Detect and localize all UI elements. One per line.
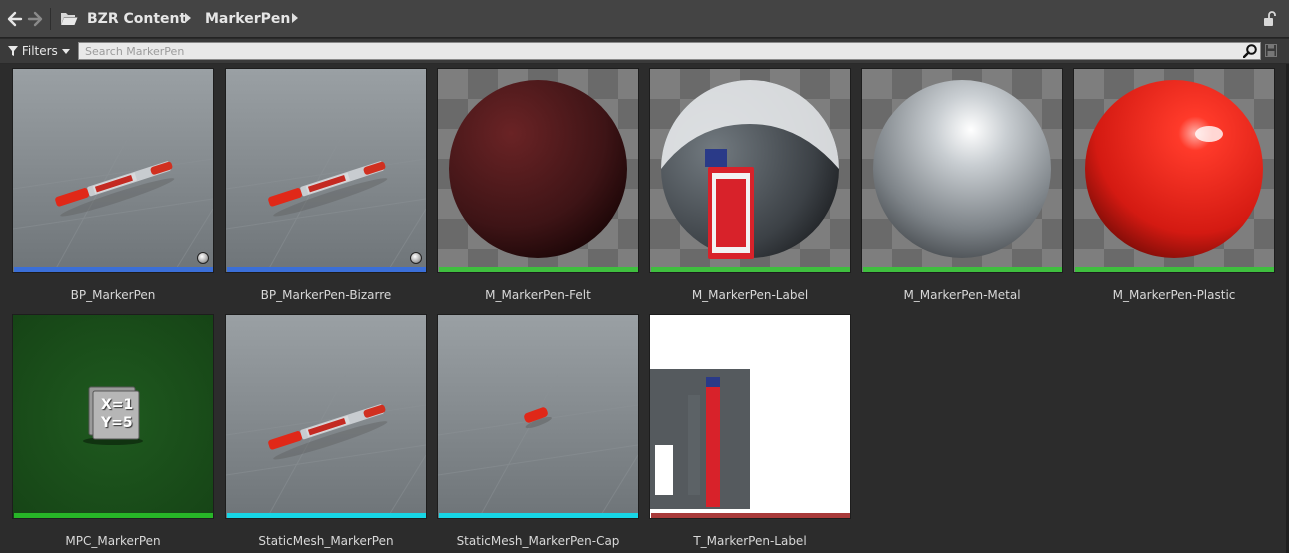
asset-type-stripe (1075, 267, 1274, 272)
asset-name: M_MarkerPen-Metal (903, 288, 1021, 302)
lock-open-icon[interactable] (1263, 10, 1277, 28)
search-input[interactable] (78, 42, 1261, 60)
asset-thumbnail[interactable] (1073, 68, 1275, 273)
breadcrumb-bzr-content[interactable]: BZR Content (87, 9, 186, 29)
asset-thumbnail[interactable]: X=1 Y=5 (12, 314, 214, 519)
asset-tile[interactable]: BP_MarkerPen-Bizarre (225, 68, 427, 316)
asset-name: M_MarkerPen-Label (691, 288, 809, 302)
asset-tile[interactable]: M_MarkerPen-Label (649, 68, 851, 316)
breadcrumb-children-icon[interactable] (292, 13, 298, 23)
asset-tile[interactable]: X=1 Y=5 MPC_MarkerPen (12, 314, 214, 553)
asset-tile[interactable]: StaticMesh_MarkerPen (225, 314, 427, 553)
asset-tile[interactable]: BP_MarkerPen (12, 68, 214, 316)
filters-label: Filters (21, 44, 58, 58)
blueprint-badge-icon (197, 252, 209, 264)
funnel-icon (8, 46, 18, 56)
asset-thumbnail[interactable] (225, 314, 427, 519)
asset-tile[interactable]: M_MarkerPen-Felt (437, 68, 639, 316)
asset-tile[interactable]: M_MarkerPen-Metal (861, 68, 1063, 316)
asset-name: M_MarkerPen-Felt (485, 288, 591, 302)
asset-type-stripe (439, 513, 638, 518)
mpc-parameter-text: X=1 (101, 397, 134, 413)
asset-tile[interactable]: StaticMesh_MarkerPen-Cap (437, 314, 639, 553)
asset-type-stripe (14, 267, 213, 272)
nav-divider (50, 8, 51, 30)
breadcrumb-markerpen[interactable]: MarkerPen (205, 9, 290, 29)
magnifier-icon[interactable] (1243, 44, 1257, 58)
asset-type-stripe (439, 267, 638, 272)
mpc-parameter-text: Y=5 (101, 415, 133, 431)
asset-type-stripe (14, 513, 213, 518)
asset-thumbnail[interactable] (649, 68, 851, 273)
asset-type-stripe (227, 513, 426, 518)
asset-name: StaticMesh_MarkerPen-Cap (456, 534, 620, 548)
asset-name: M_MarkerPen-Plastic (1112, 288, 1236, 302)
filter-bar: Filters (0, 39, 1289, 63)
asset-name: T_MarkerPen-Label (693, 534, 807, 548)
asset-thumbnail[interactable] (437, 68, 639, 273)
arrow-left-icon[interactable] (6, 9, 24, 29)
asset-thumbnail[interactable] (437, 314, 639, 519)
asset-thumbnail[interactable] (12, 68, 214, 273)
filters-button[interactable]: Filters (8, 42, 70, 60)
asset-thumbnail[interactable] (649, 314, 851, 519)
asset-thumbnail[interactable] (225, 68, 427, 273)
asset-type-stripe (651, 267, 850, 272)
asset-name: BP_MarkerPen (70, 288, 156, 302)
breadcrumb-separator-icon[interactable] (185, 13, 191, 23)
asset-tile[interactable]: M_MarkerPen-Plastic (1073, 68, 1275, 316)
chevron-down-icon (61, 49, 70, 54)
blueprint-badge-icon (410, 252, 422, 264)
asset-name: MPC_MarkerPen (65, 534, 161, 548)
arrow-right-icon[interactable] (26, 9, 44, 29)
save-icon[interactable] (1265, 44, 1277, 57)
asset-type-stripe (651, 513, 850, 518)
navigation-bar: BZR Content MarkerPen (0, 0, 1289, 38)
asset-name: BP_MarkerPen-Bizarre (260, 288, 392, 302)
asset-thumbnail[interactable] (861, 68, 1063, 273)
asset-type-stripe (227, 267, 426, 272)
folder-open-icon (61, 13, 78, 25)
asset-name: StaticMesh_MarkerPen (258, 534, 394, 548)
asset-type-stripe (863, 267, 1062, 272)
asset-tile[interactable]: T_MarkerPen-Label (649, 314, 851, 553)
